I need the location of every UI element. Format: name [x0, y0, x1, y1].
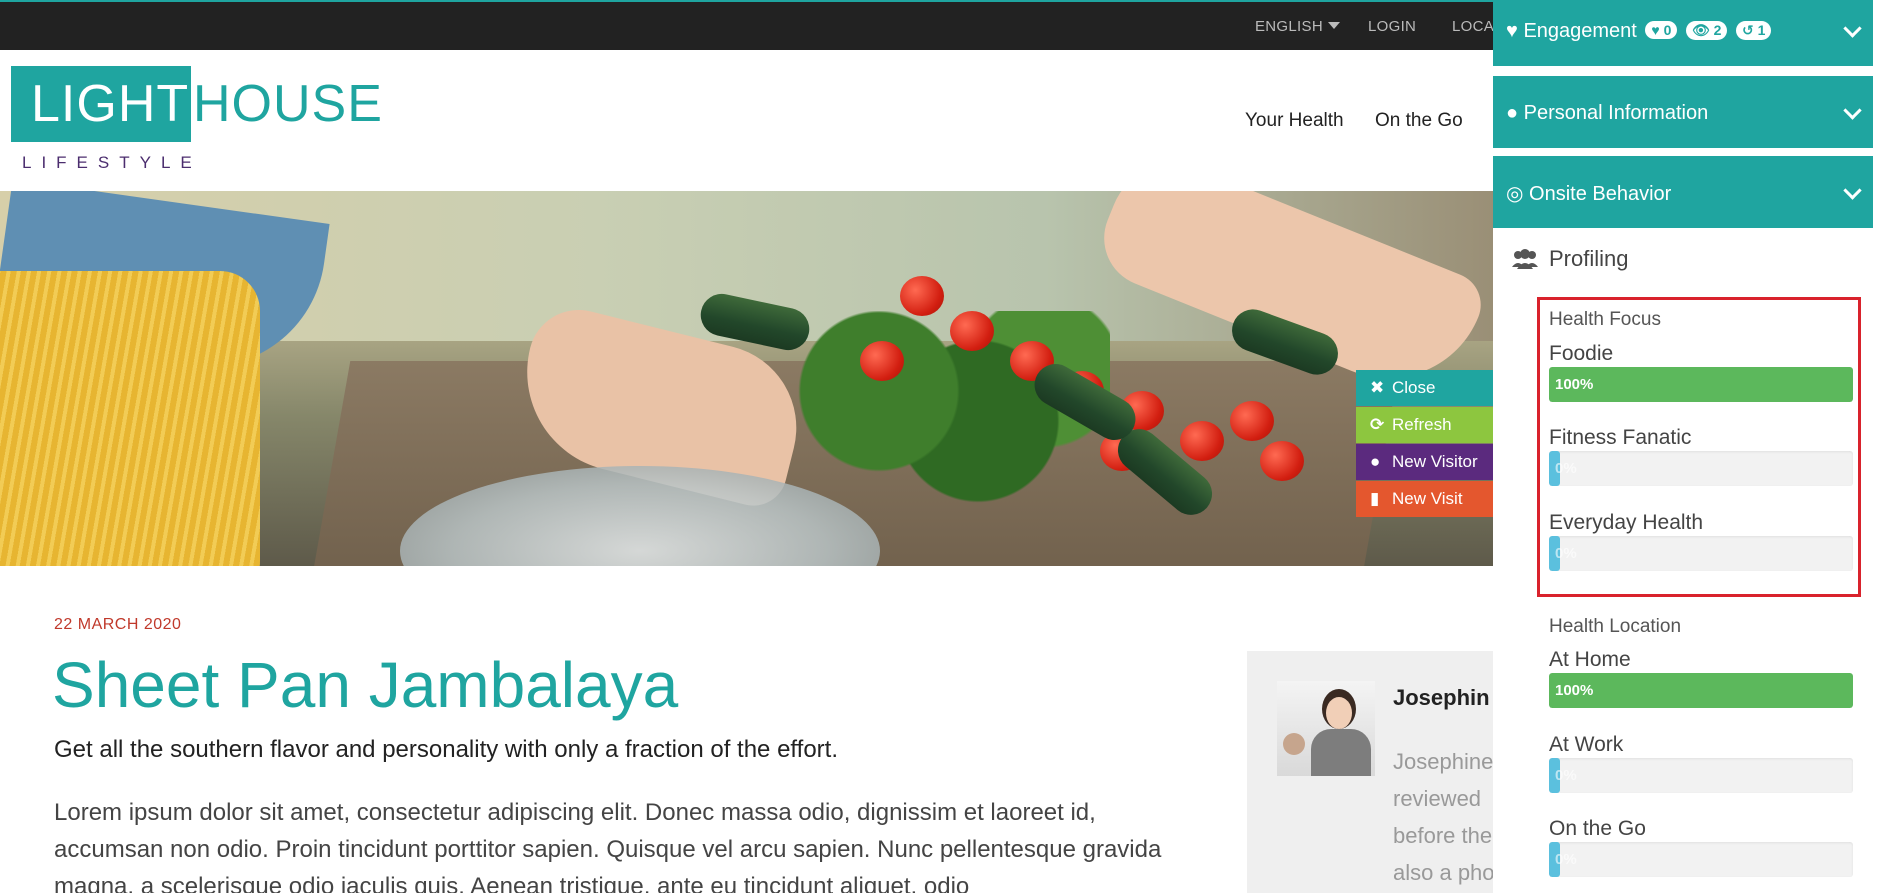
- nav-on-the-go[interactable]: On the Go: [1375, 110, 1463, 132]
- profile-key-label: At Work: [1549, 733, 1624, 756]
- chevron-down-icon: [1843, 19, 1862, 38]
- engagement-header[interactable]: ♥ Engagement ♥ 0 👁 2 ↺ 1: [1493, 0, 1873, 66]
- profile-progress-fill: 0%: [1549, 536, 1577, 571]
- author-card: Josephin Josephine reviewed before the a…: [1247, 651, 1493, 893]
- engagement-label: Engagement: [1523, 20, 1637, 42]
- profile-key-label: Everyday Health: [1549, 511, 1704, 534]
- hero-image: [0, 191, 1493, 566]
- users-icon: [1512, 249, 1538, 269]
- profiling-label: Profiling: [1549, 246, 1629, 271]
- author-name: Josephin: [1393, 685, 1490, 710]
- onsite-behavior-header[interactable]: ◎ Onsite Behavior: [1493, 156, 1873, 228]
- profile-key-label: Fitness Fanatic: [1549, 426, 1692, 449]
- close-button[interactable]: ✖ Close: [1356, 370, 1493, 406]
- article-body: Lorem ipsum dolor sit amet, consectetur …: [54, 799, 1162, 893]
- heart-icon: ♥: [1506, 20, 1518, 42]
- profile-progress-fill: 0%: [1549, 758, 1577, 793]
- login-link[interactable]: LOGIN: [1368, 18, 1416, 35]
- logo-house[interactable]: HOUSE: [193, 66, 383, 142]
- visitor-actions-menu: ✖ Close ⟳ Refresh ● New Visitor ▮ New Visit: [1356, 370, 1493, 518]
- article-title: Sheet Pan Jambalaya: [52, 649, 679, 721]
- close-icon: ✖: [1370, 378, 1385, 397]
- language-label: ENGLISH: [1255, 18, 1323, 35]
- health-location-title: Health Location: [1549, 616, 1682, 637]
- locations-link[interactable]: LOCA: [1452, 18, 1494, 35]
- user-icon: ●: [1370, 452, 1381, 471]
- target-icon: ◎: [1506, 183, 1524, 205]
- chevron-down-icon: [1843, 181, 1862, 200]
- logo-tagline: LIFESTYLE: [22, 153, 202, 172]
- logo-light[interactable]: LIGHT: [11, 66, 191, 142]
- profile-progress-bar: 100%: [1549, 367, 1853, 402]
- author-bio: Josephine reviewed before the also a pho: [1393, 749, 1493, 885]
- profile-key-label: Foodie: [1549, 342, 1614, 365]
- profile-progress-bar: 0%: [1549, 536, 1853, 571]
- profile-key-label: At Home: [1549, 648, 1631, 671]
- visits-badge: ↺ 1: [1736, 21, 1772, 40]
- nav-your-health[interactable]: Your Health: [1245, 110, 1344, 132]
- document-icon: ▮: [1370, 489, 1380, 508]
- profile-progress-fill: 100%: [1549, 367, 1853, 402]
- profile-progress-fill: 0%: [1549, 842, 1577, 877]
- caret-down-icon: [1327, 22, 1340, 29]
- new-visitor-button[interactable]: ● New Visitor: [1356, 444, 1493, 480]
- profile-progress-bar: 0%: [1549, 758, 1853, 793]
- personal-information-header[interactable]: ● Personal Information: [1493, 76, 1873, 148]
- author-avatar: [1277, 681, 1375, 776]
- experience-panel: ♥ Engagement ♥ 0 👁 2 ↺ 1 ● Personal Info…: [1493, 0, 1877, 893]
- likes-badge: ♥ 0: [1645, 21, 1678, 39]
- profile-progress-bar: 0%: [1549, 451, 1853, 486]
- chevron-down-icon: [1843, 101, 1862, 120]
- user-icon: ●: [1506, 102, 1519, 124]
- refresh-icon: ⟳: [1370, 415, 1385, 434]
- health-focus-title: Health Focus: [1549, 309, 1661, 330]
- views-badge: 👁 2: [1685, 21, 1728, 40]
- article-subtitle: Get all the southern flavor and personal…: [54, 736, 838, 763]
- profile-progress-bar: 0%: [1549, 842, 1853, 877]
- language-selector[interactable]: ENGLISH: [1255, 18, 1340, 35]
- profile-progress-fill: 0%: [1549, 451, 1577, 486]
- profile-progress-bar: 100%: [1549, 673, 1853, 708]
- new-visit-button[interactable]: ▮ New Visit: [1356, 481, 1493, 517]
- site-header: LIGHT HOUSE LIFESTYLE Your Health On the…: [0, 50, 1493, 191]
- profile-progress-fill: 100%: [1549, 673, 1853, 708]
- profile-key-label: On the Go: [1549, 817, 1646, 840]
- article-date: 22 MARCH 2020: [54, 616, 182, 633]
- refresh-button[interactable]: ⟳ Refresh: [1356, 407, 1493, 443]
